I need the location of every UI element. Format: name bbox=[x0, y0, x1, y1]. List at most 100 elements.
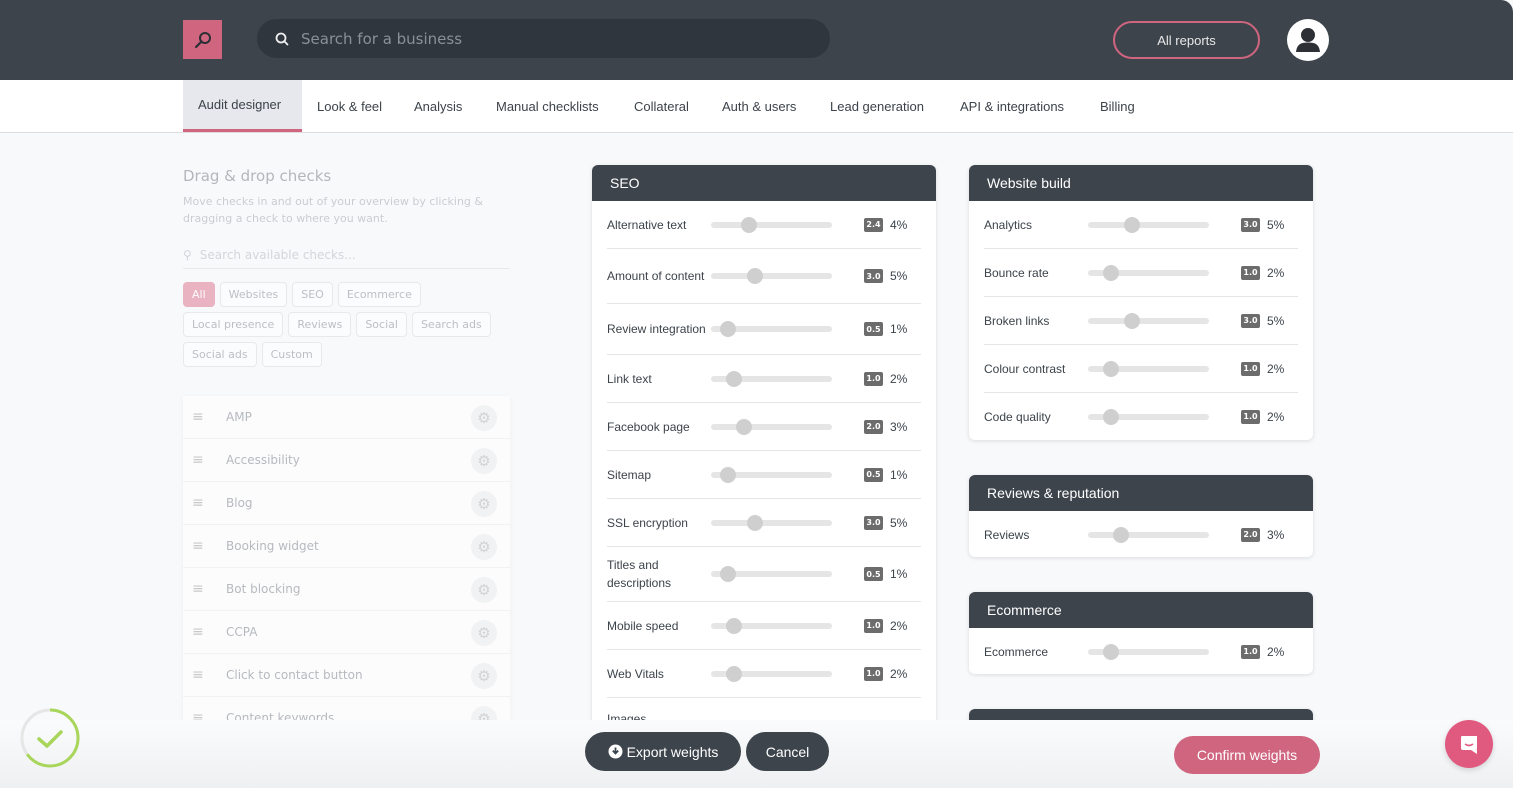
weight-slider-thumb[interactable] bbox=[740, 216, 757, 233]
tab-auth-users[interactable]: Auth & users bbox=[707, 80, 811, 132]
tab-analysis[interactable]: Analysis bbox=[399, 80, 477, 132]
filter-all[interactable]: All bbox=[183, 282, 215, 307]
weight-slider-track[interactable] bbox=[1088, 317, 1209, 324]
filter-search-ads[interactable]: Search ads bbox=[411, 312, 491, 337]
check-icon bbox=[37, 730, 63, 748]
gear-icon[interactable]: ⚙ bbox=[471, 534, 497, 560]
all-reports-button[interactable]: All reports bbox=[1113, 21, 1260, 59]
weight-slider-track[interactable] bbox=[711, 273, 832, 279]
check-name: Link text bbox=[607, 371, 652, 386]
weight-slider-thumb[interactable] bbox=[1102, 264, 1119, 281]
filter-ecommerce[interactable]: Ecommerce bbox=[337, 282, 421, 307]
weight-badge: 1.0 bbox=[1241, 361, 1260, 376]
filter-social-ads[interactable]: Social ads bbox=[183, 342, 257, 367]
drag-handle-icon[interactable]: ≡ bbox=[192, 538, 216, 554]
tab-billing[interactable]: Billing bbox=[1085, 80, 1150, 132]
magnifier-logo-icon bbox=[194, 31, 211, 48]
weight-slider-track[interactable] bbox=[1088, 531, 1209, 538]
check-list-item[interactable]: ≡ CCPA ⚙ bbox=[183, 611, 510, 654]
drag-handle-icon[interactable]: ≡ bbox=[192, 452, 216, 468]
weight-slider-thumb[interactable] bbox=[747, 268, 764, 284]
check-list-item[interactable]: ≡ Blog ⚙ bbox=[183, 482, 510, 525]
drag-handle-icon[interactable]: ≡ bbox=[192, 624, 216, 640]
check-list-item[interactable]: ≡ Click to contact button ⚙ bbox=[183, 654, 510, 697]
filter-social[interactable]: Social bbox=[356, 312, 407, 337]
weight-slider-thumb[interactable] bbox=[720, 321, 737, 337]
checks-search-placeholder[interactable]: Search available checks... bbox=[200, 248, 356, 262]
filter-custom[interactable]: Custom bbox=[261, 342, 322, 367]
export-weights-button[interactable]: Export weights bbox=[585, 732, 741, 771]
chat-launcher[interactable] bbox=[1445, 720, 1493, 768]
logo[interactable] bbox=[183, 20, 222, 59]
weight-row: Reviews 2.0 3% bbox=[984, 511, 1298, 557]
progress-check-indicator bbox=[20, 708, 80, 768]
reviews-reputation-card: Reviews & reputation Reviews 2.0 3% bbox=[969, 475, 1313, 557]
drag-handle-icon[interactable]: ≡ bbox=[192, 409, 216, 425]
checks-search[interactable]: ⚲ Search available checks... bbox=[183, 241, 510, 269]
drag-handle-icon[interactable]: ≡ bbox=[192, 495, 216, 511]
check-name: Broken links bbox=[984, 313, 1050, 328]
filter-reviews[interactable]: Reviews bbox=[288, 312, 352, 337]
weight-slider-thumb[interactable] bbox=[725, 665, 742, 682]
check-list-item[interactable]: ≡ Bot blocking ⚙ bbox=[183, 568, 510, 611]
business-search[interactable] bbox=[257, 19, 830, 58]
gear-icon[interactable]: ⚙ bbox=[471, 491, 497, 517]
check-name: SSL encryption bbox=[607, 515, 688, 530]
check-name: Analytics bbox=[984, 217, 1033, 232]
tab-audit-designer[interactable]: Audit designer bbox=[183, 80, 302, 132]
user-icon bbox=[1296, 28, 1320, 52]
check-name: Web Vitals bbox=[607, 666, 664, 681]
weight-slider-thumb[interactable] bbox=[1113, 526, 1130, 543]
weight-slider-thumb[interactable] bbox=[736, 418, 753, 435]
weight-slider-thumb[interactable] bbox=[725, 617, 742, 634]
gear-icon[interactable]: ⚙ bbox=[471, 448, 497, 474]
gear-icon[interactable]: ⚙ bbox=[471, 620, 497, 646]
export-weights-label: Export weights bbox=[626, 743, 719, 760]
tab-collateral[interactable]: Collateral bbox=[619, 80, 704, 132]
weight-slider-thumb[interactable] bbox=[1124, 312, 1141, 329]
check-list-item[interactable]: ≡ Accessibility ⚙ bbox=[183, 439, 510, 482]
filter-seo[interactable]: SEO bbox=[292, 282, 333, 307]
check-list-item[interactable]: ≡ AMP ⚙ bbox=[183, 396, 510, 439]
drag-handle-icon[interactable]: ≡ bbox=[192, 581, 216, 597]
gear-icon[interactable]: ⚙ bbox=[471, 663, 497, 689]
weight-percent: 5% bbox=[1267, 217, 1285, 232]
weight-slider-thumb[interactable] bbox=[1102, 643, 1119, 660]
check-list-item[interactable]: ≡ Booking widget ⚙ bbox=[183, 525, 510, 568]
tab-api-integrations[interactable]: API & integrations bbox=[945, 80, 1079, 132]
weight-slider-track[interactable] bbox=[1088, 221, 1209, 228]
website-build-card: Website build Analytics 3.0 5% Bounce rate 1… bbox=[969, 165, 1313, 440]
confirm-weights-button[interactable]: Confirm weights bbox=[1174, 736, 1320, 774]
weight-row: Mobile speed 1.0 2% bbox=[607, 602, 921, 650]
filter-local-presence[interactable]: Local presence bbox=[183, 312, 284, 337]
weight-slider-thumb[interactable] bbox=[720, 466, 737, 483]
weight-slider-thumb[interactable] bbox=[725, 370, 742, 387]
card-title: Website build bbox=[969, 165, 1313, 201]
business-search-input[interactable] bbox=[301, 29, 781, 48]
weight-row: Alternative text 2.4 4% bbox=[607, 201, 921, 249]
weight-slider-track[interactable] bbox=[711, 221, 832, 228]
weight-slider-thumb[interactable] bbox=[1102, 408, 1119, 425]
card-title: Reviews & reputation bbox=[969, 475, 1313, 511]
weight-row: Sitemap 0.5 1% bbox=[607, 451, 921, 499]
filter-websites[interactable]: Websites bbox=[219, 282, 288, 307]
tab-look-and-feel[interactable]: Look & feel bbox=[302, 80, 397, 132]
gear-icon[interactable]: ⚙ bbox=[471, 577, 497, 603]
weight-badge: 2.0 bbox=[864, 419, 883, 434]
tab-manual-checklists[interactable]: Manual checklists bbox=[481, 80, 614, 132]
weight-slider-track[interactable] bbox=[711, 423, 832, 430]
weight-slider-track[interactable] bbox=[711, 519, 832, 526]
nav-tabs: Audit designer Look & feel Analysis Manu… bbox=[0, 80, 1513, 133]
gear-icon[interactable]: ⚙ bbox=[471, 405, 497, 431]
weight-slider-thumb[interactable] bbox=[1124, 216, 1141, 233]
weight-slider-thumb[interactable] bbox=[1102, 360, 1119, 377]
cancel-button[interactable]: Cancel bbox=[746, 732, 829, 771]
weight-slider-thumb[interactable] bbox=[720, 566, 737, 582]
user-avatar[interactable] bbox=[1287, 19, 1329, 61]
weight-slider-thumb[interactable] bbox=[747, 514, 764, 531]
weight-percent: 3% bbox=[890, 419, 908, 434]
check-label: AMP bbox=[226, 410, 252, 424]
weight-percent: 2% bbox=[1267, 265, 1285, 280]
drag-handle-icon[interactable]: ≡ bbox=[192, 667, 216, 683]
tab-lead-generation[interactable]: Lead generation bbox=[815, 80, 939, 132]
